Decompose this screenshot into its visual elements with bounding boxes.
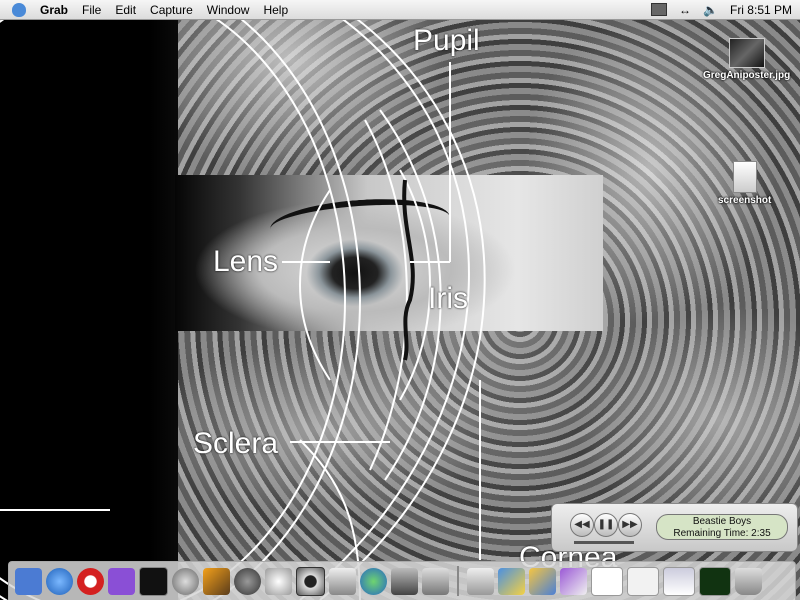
label-sclera: Sclera bbox=[193, 427, 279, 460]
desktop-icon-label: screenshot bbox=[718, 195, 772, 206]
player-display: Beastie Boys Remaining Time: 2:35 bbox=[656, 514, 788, 540]
window-thumb-icon[interactable] bbox=[699, 566, 731, 596]
menu-app-grab[interactable]: Grab bbox=[40, 3, 68, 17]
display-icon[interactable] bbox=[651, 3, 668, 16]
iphoto-icon[interactable] bbox=[203, 567, 230, 595]
dock-separator bbox=[457, 566, 459, 596]
opera-icon[interactable] bbox=[77, 567, 104, 595]
label-lens: Lens bbox=[213, 245, 279, 278]
internet-icon[interactable] bbox=[46, 567, 73, 595]
folder-icon[interactable] bbox=[529, 567, 556, 595]
apple-icon[interactable] bbox=[12, 2, 26, 17]
desktop-icon-label: GregAniposter.jpg bbox=[703, 70, 791, 81]
image-file-icon bbox=[728, 38, 765, 68]
menu-capture[interactable]: Capture bbox=[150, 3, 193, 17]
app2-icon[interactable] bbox=[560, 567, 587, 595]
network-icon[interactable] bbox=[391, 567, 418, 595]
desktop-icon-screenshot[interactable]: screenshot bbox=[718, 161, 771, 206]
trash-icon[interactable] bbox=[735, 567, 762, 595]
mail-icon[interactable] bbox=[108, 567, 135, 595]
label-pupil: Pupil bbox=[413, 24, 480, 57]
ichat-icon[interactable] bbox=[360, 567, 387, 595]
preferences-icon[interactable] bbox=[329, 567, 356, 595]
track-artist: Beastie Boys bbox=[692, 516, 752, 527]
window-thumb-icon[interactable] bbox=[591, 566, 623, 596]
menu-extras: ↔ 🔈 Fri 8:51 PM bbox=[651, 0, 792, 19]
itunes-mini-player: ◀◀ ❚❚ ▶▶ Beastie Boys Remaining Time: 2:… bbox=[551, 503, 798, 552]
remaining-time: Remaining Time: 2:35 bbox=[673, 528, 771, 539]
app-icon[interactable] bbox=[498, 567, 525, 595]
settings-icon[interactable] bbox=[265, 567, 292, 595]
pause-icon[interactable]: ❚❚ bbox=[594, 513, 618, 537]
menu-file[interactable]: File bbox=[82, 3, 101, 17]
menu-clock[interactable]: Fri 8:51 PM bbox=[730, 3, 792, 17]
calculator-icon[interactable] bbox=[422, 567, 449, 595]
fast-forward-icon[interactable]: ▶▶ bbox=[618, 513, 642, 537]
volume-slider[interactable] bbox=[574, 541, 634, 544]
label-iris: Iris bbox=[428, 282, 468, 315]
menu-bar: Grab File Edit Capture Window Help ↔ 🔈 F… bbox=[0, 0, 800, 20]
finder-icon[interactable] bbox=[15, 567, 42, 595]
eye-icon[interactable] bbox=[296, 566, 325, 596]
dock bbox=[8, 561, 796, 600]
tiff-file-icon bbox=[732, 161, 757, 193]
menu-window[interactable]: Window bbox=[207, 3, 250, 17]
quicktime-icon[interactable] bbox=[172, 567, 199, 595]
window-thumb-icon[interactable] bbox=[627, 566, 659, 596]
sync-icon[interactable]: ↔ bbox=[679, 3, 691, 17]
window-thumb-icon[interactable] bbox=[663, 566, 695, 596]
menu-edit[interactable]: Edit bbox=[115, 3, 136, 17]
menu-help[interactable]: Help bbox=[263, 3, 288, 17]
grab-icon[interactable] bbox=[234, 567, 261, 595]
hard-drive-icon[interactable] bbox=[467, 567, 494, 595]
terminal-icon[interactable] bbox=[139, 566, 168, 596]
rewind-icon[interactable]: ◀◀ bbox=[570, 513, 594, 537]
volume-icon[interactable]: 🔈 bbox=[703, 3, 718, 17]
desktop-icon-greganiposter[interactable]: GregAniposter.jpg bbox=[703, 38, 790, 81]
